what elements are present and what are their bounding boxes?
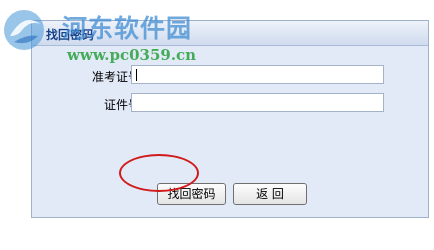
exam-number-input[interactable] bbox=[131, 65, 384, 84]
exam-number-row: 准考证号*： bbox=[32, 65, 428, 87]
highlight-circle bbox=[119, 154, 199, 192]
back-button[interactable]: 返 回 bbox=[233, 183, 307, 205]
id-number-row: 证件号*： bbox=[32, 93, 428, 115]
watermark-url: www.pc0359.cn bbox=[67, 46, 197, 64]
text-caret bbox=[136, 69, 137, 81]
watermark-title: 河东软件园 bbox=[62, 14, 193, 43]
watermark-logo-icon bbox=[4, 10, 44, 50]
id-number-input[interactable] bbox=[131, 93, 384, 112]
panel-body: 准考证号*： 证件号*： bbox=[32, 46, 428, 217]
